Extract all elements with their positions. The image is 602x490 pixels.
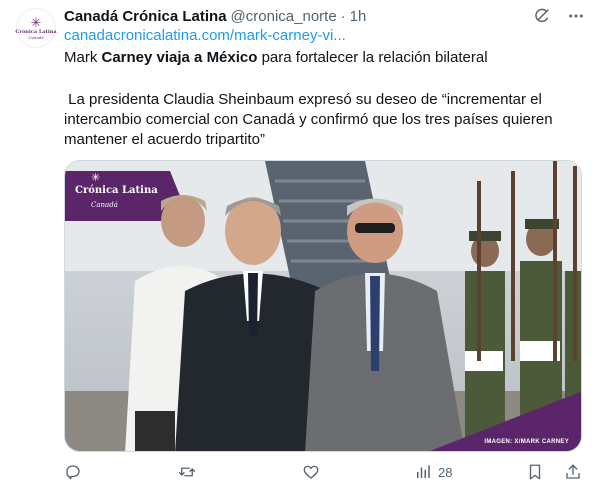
tweet-text-bold: Carney viaja a México (101, 49, 258, 66)
bookmark-button[interactable] (526, 462, 544, 482)
more-icon (569, 14, 583, 18)
tweet-actions: 28 (64, 462, 584, 482)
media-logo-sub: Canadá (91, 201, 118, 209)
reply-icon (66, 465, 80, 480)
avatar-sub-text: Canadá (28, 34, 44, 40)
grok-button[interactable] (532, 6, 552, 26)
media-logo: ✳ Crónica Latina Canadá (65, 172, 185, 223)
tweet-image[interactable]: ✳ Crónica Latina Canadá IMAGEN: X/MARK C… (64, 160, 582, 452)
timestamp[interactable]: 1h (350, 8, 367, 25)
like-button[interactable] (302, 462, 320, 482)
user-handle[interactable]: @cronica_norte (231, 8, 337, 25)
tweet-header: Canadá Crónica Latina @cronica_norte · 1… (64, 6, 366, 26)
views-icon (417, 465, 430, 478)
share-icon (566, 464, 580, 479)
star-icon: ✳ (30, 14, 42, 30)
like-icon (303, 465, 319, 479)
tweet-text-part: para fortalecer la relación bilateral (257, 49, 488, 66)
tweet-card[interactable]: ✳ Crónica Latina Canadá Canadá Crónica L… (0, 0, 602, 490)
more-button[interactable] (566, 6, 586, 26)
media-logo-title: Crónica Latina (75, 185, 158, 196)
article-link[interactable]: canadacronicalatina.com/mark-carney-vi..… (64, 27, 346, 44)
retweet-icon (178, 467, 196, 477)
display-name[interactable]: Canadá Crónica Latina (64, 8, 227, 25)
bookmark-icon (529, 464, 541, 480)
tweet-text-line1: Mark Carney viaja a México para fortalec… (64, 48, 584, 68)
separator-dot: · (340, 7, 346, 25)
views-button[interactable]: 28 (414, 462, 452, 482)
reply-button[interactable] (64, 462, 82, 482)
tweet-text-part: Mark (64, 49, 102, 66)
grok-icon (535, 8, 549, 23)
tweet-top-actions (532, 6, 586, 26)
avatar[interactable]: ✳ Crónica Latina Canadá (15, 8, 57, 48)
tweet-text-paragraph: La presidenta Claudia Sheinbaum expresó … (64, 91, 557, 148)
retweet-button[interactable] (177, 462, 197, 482)
views-count: 28 (438, 464, 453, 480)
image-credit: IMAGEN: X/MARK CARNEY (484, 439, 569, 445)
share-button[interactable] (564, 462, 582, 482)
star-icon: ✳ (91, 172, 101, 184)
